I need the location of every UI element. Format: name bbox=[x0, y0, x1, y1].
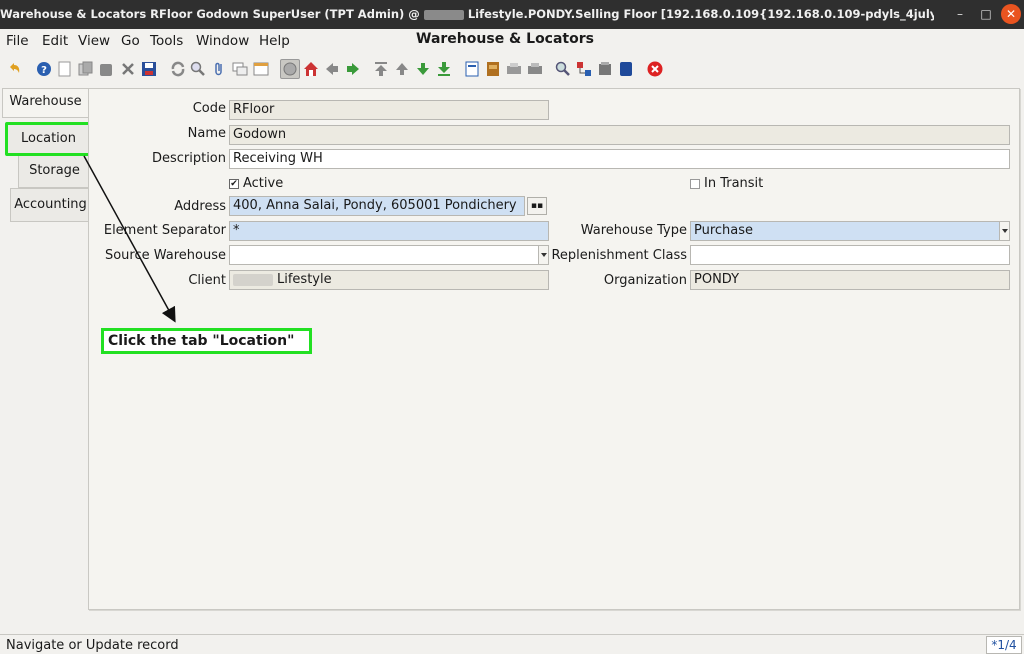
active-checkbox[interactable]: ✔ Active bbox=[229, 176, 283, 191]
forward-icon[interactable] bbox=[345, 61, 361, 77]
copy-record-icon[interactable] bbox=[78, 61, 94, 77]
menu-bar: File Edit View Go Tools Window Help Ware… bbox=[0, 29, 1024, 53]
name-label: Name bbox=[187, 126, 226, 141]
maximize-button[interactable]: □ bbox=[976, 4, 996, 24]
window-title-left: Warehouse & Locators RFloor Godown Super… bbox=[0, 7, 420, 21]
history-icon[interactable] bbox=[280, 59, 300, 79]
menu-go[interactable]: Go bbox=[121, 32, 140, 50]
chevron-down-icon[interactable] bbox=[538, 246, 548, 264]
report-icon[interactable] bbox=[464, 61, 480, 77]
organization-field[interactable]: PONDY bbox=[690, 270, 1010, 290]
delete-selection-icon[interactable] bbox=[120, 61, 136, 77]
minimize-button[interactable]: – bbox=[950, 4, 970, 24]
status-bar: Navigate or Update record *1/4 bbox=[0, 634, 1024, 654]
delete-record-icon[interactable] bbox=[98, 61, 114, 77]
menu-edit[interactable]: Edit bbox=[42, 32, 68, 50]
client-value: Lifestyle bbox=[277, 272, 332, 287]
client-field[interactable]: Lifestyle bbox=[229, 270, 549, 290]
source-warehouse-select[interactable] bbox=[229, 245, 549, 265]
record-indicator[interactable]: *1/4 bbox=[986, 636, 1022, 654]
status-message: Navigate or Update record bbox=[6, 638, 179, 653]
redacted-text bbox=[233, 273, 273, 286]
organization-label: Organization bbox=[603, 273, 687, 288]
home-icon[interactable] bbox=[303, 61, 319, 77]
instruction-callout: Click the tab "Location" bbox=[101, 328, 312, 354]
tab-storage[interactable]: Storage bbox=[18, 154, 90, 188]
menu-file[interactable]: File bbox=[6, 32, 29, 50]
exit-icon[interactable] bbox=[647, 61, 663, 77]
archive-icon[interactable] bbox=[485, 61, 501, 77]
save-icon[interactable] bbox=[141, 61, 157, 77]
replenishment-class-label: Replenishment Class bbox=[551, 248, 687, 263]
description-label: Description bbox=[151, 151, 226, 166]
window-title: Warehouse & Locators RFloor Godown Super… bbox=[0, 0, 934, 29]
new-record-icon[interactable] bbox=[57, 61, 73, 77]
product-info-icon[interactable] bbox=[618, 61, 634, 77]
name-field[interactable]: Godown bbox=[229, 125, 1010, 145]
next-record-icon[interactable] bbox=[415, 61, 431, 77]
grid-toggle-icon[interactable] bbox=[253, 61, 269, 77]
window-titlebar: Warehouse & Locators RFloor Godown Super… bbox=[0, 0, 1024, 29]
chat-icon[interactable] bbox=[232, 61, 248, 77]
back-icon[interactable] bbox=[324, 61, 340, 77]
workflow-icon[interactable] bbox=[576, 61, 592, 77]
description-field[interactable]: Receiving WH bbox=[229, 149, 1010, 169]
code-field[interactable]: RFloor bbox=[229, 100, 549, 120]
replenishment-class-field[interactable] bbox=[690, 245, 1010, 265]
in-transit-checkbox[interactable]: In Transit bbox=[690, 176, 763, 191]
chevron-down-icon[interactable] bbox=[999, 222, 1009, 240]
unchecked-box bbox=[690, 178, 700, 189]
element-separator-field[interactable]: * bbox=[229, 221, 549, 241]
warehouse-type-label: Warehouse Type bbox=[580, 223, 687, 238]
window-name: Warehouse & Locators bbox=[416, 31, 594, 47]
tab-strip: Warehouse Location Storage Accounting bbox=[0, 88, 90, 608]
help-icon[interactable]: ? bbox=[36, 61, 52, 77]
source-warehouse-label: Source Warehouse bbox=[104, 248, 226, 263]
menu-tools[interactable]: Tools bbox=[150, 32, 183, 50]
warehouse-type-select[interactable]: Purchase bbox=[690, 221, 1010, 241]
client-label: Client bbox=[188, 273, 226, 288]
element-separator-label: Element Separator bbox=[103, 223, 226, 238]
tab-accounting[interactable]: Accounting bbox=[10, 188, 90, 222]
last-record-icon[interactable] bbox=[436, 61, 452, 77]
attachment-icon[interactable] bbox=[211, 61, 227, 77]
menu-window[interactable]: Window bbox=[196, 32, 249, 50]
location-icon: ▪▪ bbox=[530, 201, 544, 211]
zoom-across-icon[interactable] bbox=[555, 61, 571, 77]
close-window-button[interactable]: ✕ bbox=[1001, 4, 1021, 24]
request-icon[interactable] bbox=[597, 61, 613, 77]
menu-view[interactable]: View bbox=[78, 32, 110, 50]
window-title-right: Lifestyle.PONDY.Selling Floor [192.168.0… bbox=[467, 7, 934, 21]
tab-warehouse[interactable]: Warehouse bbox=[2, 88, 88, 118]
tab-location-highlight bbox=[5, 122, 92, 156]
redacted-text bbox=[423, 9, 464, 20]
in-transit-label: In Transit bbox=[704, 176, 764, 191]
checkmark-icon: ✔ bbox=[229, 178, 239, 189]
svg-text:?: ? bbox=[41, 65, 47, 76]
code-label: Code bbox=[192, 101, 226, 116]
refresh-icon[interactable] bbox=[170, 61, 186, 77]
find-icon[interactable] bbox=[190, 61, 206, 77]
menu-help[interactable]: Help bbox=[259, 32, 290, 50]
previous-record-icon[interactable] bbox=[394, 61, 410, 77]
print-preview-icon[interactable] bbox=[506, 61, 522, 77]
location-picker-button[interactable]: ▪▪ bbox=[527, 197, 547, 215]
active-label: Active bbox=[243, 176, 284, 191]
address-field[interactable]: 400, Anna Salai, Pondy, 605001 Pondicher… bbox=[229, 196, 525, 216]
address-label: Address bbox=[174, 199, 226, 214]
print-icon[interactable] bbox=[527, 61, 543, 77]
first-record-icon[interactable] bbox=[373, 61, 389, 77]
toolbar: ? bbox=[0, 55, 1024, 85]
undo-icon[interactable] bbox=[6, 61, 22, 77]
warehouse-type-value: Purchase bbox=[694, 223, 754, 238]
